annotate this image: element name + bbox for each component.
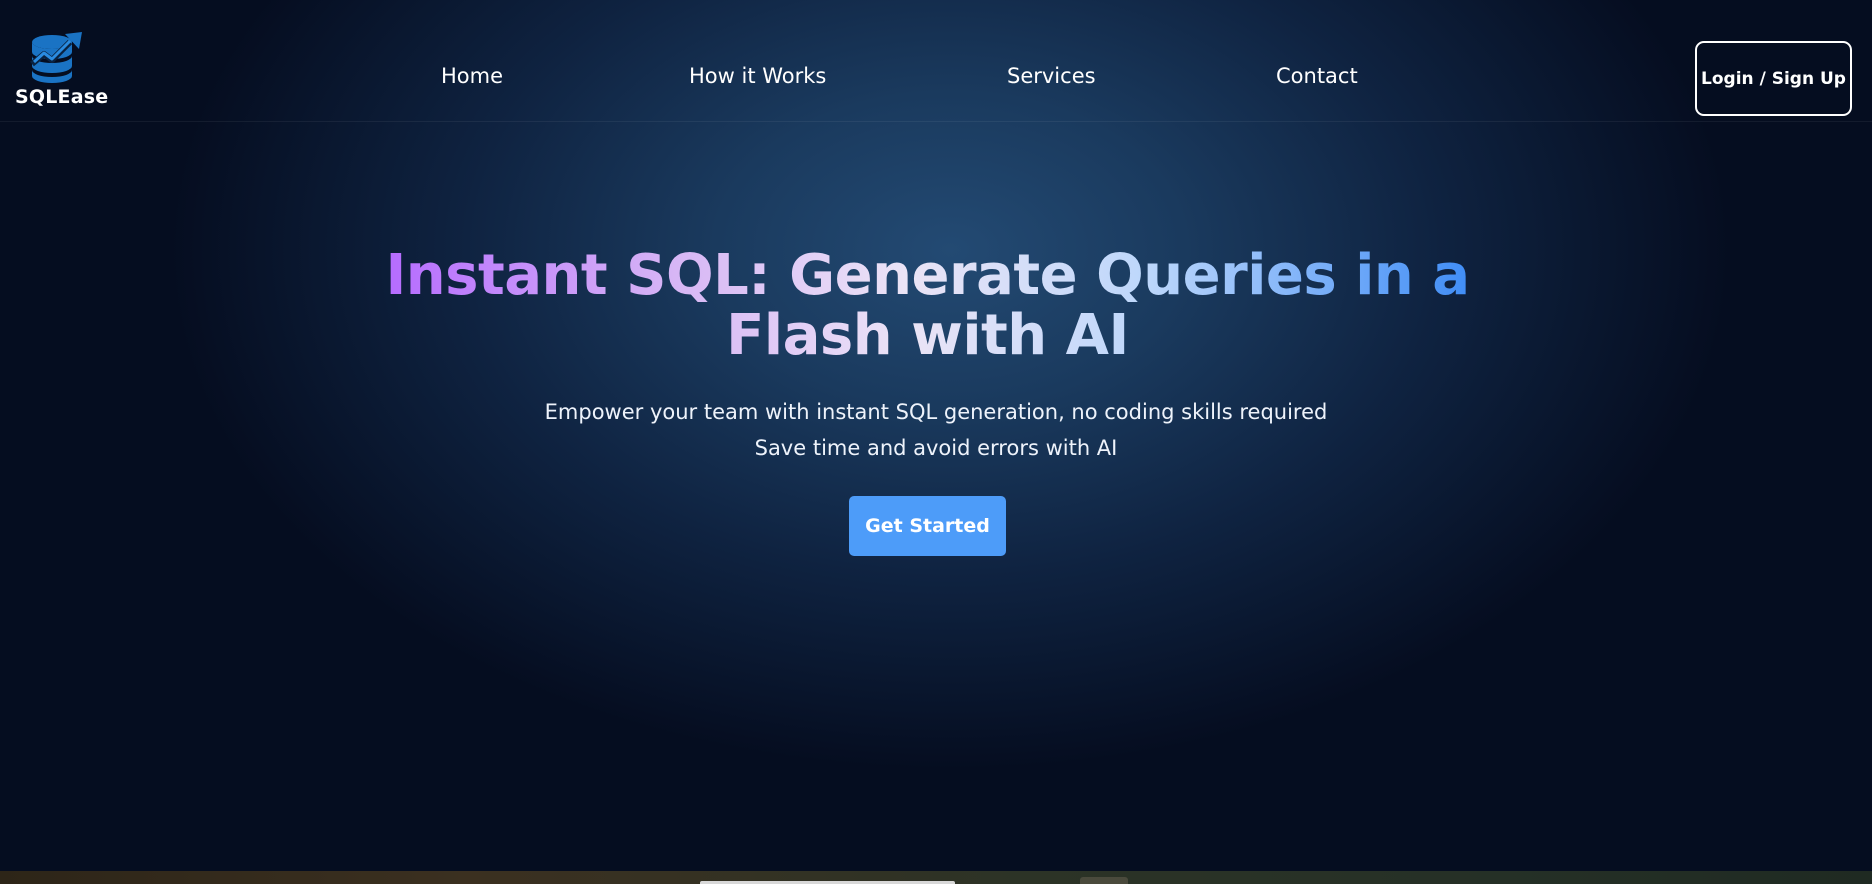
brand-name: SQLEase bbox=[15, 86, 109, 108]
nav-link-home[interactable]: Home bbox=[441, 64, 503, 88]
nav-link-how-it-works[interactable]: How it Works bbox=[689, 64, 826, 88]
get-started-button[interactable]: Get Started bbox=[849, 496, 1006, 556]
taskbar-item[interactable] bbox=[1080, 877, 1128, 884]
hero-subtitle-line-1: Empower your team with instant SQL gener… bbox=[544, 400, 1328, 424]
nav-link-contact[interactable]: Contact bbox=[1276, 64, 1358, 88]
database-chart-icon bbox=[30, 32, 82, 83]
hero-subtitle-line-2: Save time and avoid errors with AI bbox=[754, 436, 1118, 460]
hero-title: Instant SQL: Generate Queries in a Flash… bbox=[380, 246, 1475, 366]
site-header: SQLEase Home How it Works Services Conta… bbox=[0, 0, 1872, 122]
nav-link-services[interactable]: Services bbox=[1007, 64, 1096, 88]
brand-logo[interactable]: SQLEase bbox=[12, 32, 109, 114]
login-signup-button[interactable]: Login / Sign Up bbox=[1695, 41, 1852, 116]
